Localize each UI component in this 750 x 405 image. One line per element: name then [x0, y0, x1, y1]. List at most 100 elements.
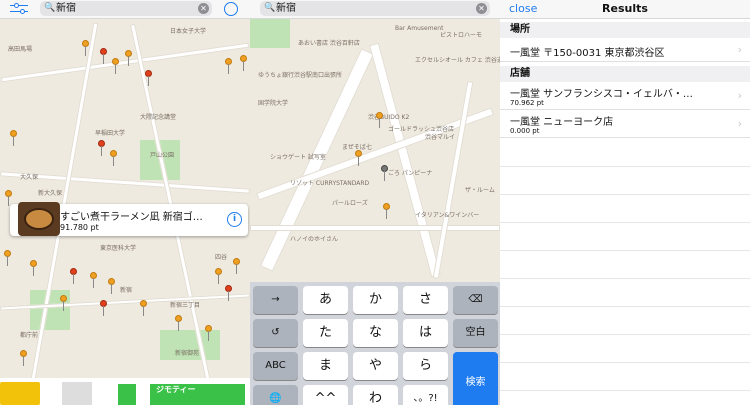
map-pin[interactable]: [145, 70, 152, 86]
map-pin[interactable]: [240, 55, 247, 71]
divider: [500, 194, 750, 195]
map-label: ハノイのホイさん: [290, 236, 339, 243]
map-label: あおい書店 渋谷百軒店: [298, 40, 360, 47]
map-pin[interactable]: [90, 272, 97, 288]
result-points: 0.000 pt: [510, 127, 540, 135]
map-label: ショウゲート 試写室: [270, 154, 326, 161]
key-a[interactable]: あ: [303, 286, 348, 314]
map-pin[interactable]: [98, 140, 105, 156]
list-item[interactable]: 一風堂 ニューヨーク店 0.000 pt ›: [500, 110, 750, 138]
key-na[interactable]: な: [353, 319, 398, 347]
location-icon[interactable]: [224, 2, 238, 16]
map-pin[interactable]: [10, 130, 17, 146]
search-key[interactable]: 検索: [453, 352, 498, 405]
ad-banner[interactable]: ジモティー: [0, 378, 250, 405]
result-points: 70.962 pt: [510, 99, 544, 107]
section-header-stores: 店舗: [500, 66, 750, 82]
key-wa[interactable]: わ: [353, 385, 398, 405]
divider: [500, 166, 750, 167]
map-pin[interactable]: [70, 268, 77, 284]
map-pin[interactable]: [20, 350, 27, 366]
map-panel-shibuya[interactable]: 🔍 新宿 ✕ Bar Amusement あおい書店 渋谷百軒店 ピストロハーモ…: [250, 0, 500, 405]
map-pin[interactable]: [100, 300, 107, 316]
results-panel: close Results 場所 一風堂 〒150-0031 東京都渋谷区 › …: [500, 0, 750, 405]
callout-points: 91.780 pt: [60, 223, 99, 232]
map-label: 新宿: [120, 287, 133, 294]
map-pin[interactable]: [355, 150, 362, 166]
map-pin[interactable]: [383, 203, 390, 219]
map-pin[interactable]: [30, 260, 37, 276]
map-pin[interactable]: [376, 112, 383, 128]
chevron-right-icon: ›: [737, 43, 742, 56]
key-ha[interactable]: は: [403, 319, 448, 347]
map-pin[interactable]: [140, 300, 147, 316]
space-key[interactable]: 空白: [453, 319, 498, 347]
key-sa[interactable]: さ: [403, 286, 448, 314]
divider: [500, 306, 750, 307]
map-label: 四谷: [215, 254, 228, 261]
map-pin[interactable]: [225, 58, 232, 74]
map-label: パールローズ: [332, 200, 368, 207]
map-pin[interactable]: [233, 258, 240, 274]
search-bar: 🔍 新宿 ✕: [0, 0, 250, 19]
nav-bar: close Results: [500, 0, 750, 19]
place-callout[interactable]: すごい煮干ラーメン凪 新宿ゴ… 91.780 pt i: [10, 202, 248, 236]
divider: [500, 250, 750, 251]
key-abc[interactable]: ABC: [253, 352, 298, 380]
map-pin[interactable]: [110, 150, 117, 166]
list-item[interactable]: 一風堂 サンフランシスコ・イェルバ・… 70.962 pt ›: [500, 82, 750, 110]
map-label: 都庁前: [20, 332, 39, 339]
map-pin[interactable]: [175, 315, 182, 331]
japanese-keyboard: → あ か さ ⌫ ↺ た な は 空白 ABC ま や ら 検索 🌐 ^^ わ…: [250, 282, 500, 405]
map-label: Bar Amusement: [395, 25, 444, 32]
map-pin[interactable]: [225, 285, 232, 301]
map-pin[interactable]: [112, 58, 119, 74]
map-pin[interactable]: [125, 50, 132, 66]
section-header-places: 場所: [500, 22, 750, 38]
map-label: 新宿御苑: [175, 350, 200, 357]
search-icon: 🔍: [44, 3, 56, 13]
map-pin[interactable]: [108, 278, 115, 294]
map-pin[interactable]: [100, 48, 107, 64]
search-field[interactable]: 🔍 新宿 ✕: [260, 1, 490, 16]
map-label: 大隈記念講堂: [140, 114, 177, 121]
search-input[interactable]: 新宿: [276, 1, 296, 16]
map-label: 早稲田大学: [95, 130, 126, 137]
filter-icon[interactable]: [10, 3, 28, 15]
map-pin[interactable]: [205, 325, 212, 341]
map-label: 日本女子大学: [170, 28, 207, 35]
callout-name: すごい煮干ラーメン凪 新宿ゴ…: [60, 212, 203, 223]
key-ra[interactable]: ら: [403, 352, 448, 380]
key-ma[interactable]: ま: [303, 352, 348, 380]
map-pin[interactable]: [82, 40, 89, 56]
chevron-right-icon: ›: [737, 89, 742, 102]
map-label: 新大久保: [38, 190, 63, 197]
key-undo[interactable]: ↺: [253, 319, 298, 347]
list-item[interactable]: 一風堂 〒150-0031 東京都渋谷区 ›: [500, 38, 750, 62]
map-label: ザ・ルーム: [465, 187, 495, 194]
map-label: 東京医科大学: [100, 245, 137, 252]
ramen-thumbnail: [18, 202, 60, 236]
globe-key[interactable]: 🌐: [253, 385, 298, 405]
backspace-key[interactable]: ⌫: [453, 286, 498, 314]
key-ta[interactable]: た: [303, 319, 348, 347]
map-label: 国学院大学: [258, 100, 289, 107]
key-punctuation[interactable]: 、。?!: [403, 385, 448, 405]
clear-icon[interactable]: ✕: [198, 3, 209, 14]
search-input[interactable]: 新宿: [56, 1, 76, 16]
map-label: 大久保: [20, 174, 39, 181]
map-pin[interactable]: [215, 268, 222, 284]
key-ka[interactable]: か: [353, 286, 398, 314]
map-pin-selected[interactable]: [381, 165, 388, 181]
search-field[interactable]: 🔍 新宿 ✕: [40, 1, 212, 16]
map-pin[interactable]: [4, 250, 11, 266]
map-pin[interactable]: [60, 295, 67, 311]
map-label: ピストロハーモ: [440, 32, 483, 39]
key-emoticon[interactable]: ^^: [303, 385, 348, 405]
search-icon: 🔍: [264, 3, 276, 13]
clear-icon[interactable]: ✕: [476, 3, 487, 14]
key-ya[interactable]: や: [353, 352, 398, 380]
info-icon[interactable]: i: [227, 212, 242, 227]
map-panel-shinjuku[interactable]: 🔍 新宿 ✕ 高田馬場 日本女子大学 大隈記念講堂 早稲田大学 新大久保 大久保…: [0, 0, 250, 405]
key-arrow[interactable]: →: [253, 286, 298, 314]
